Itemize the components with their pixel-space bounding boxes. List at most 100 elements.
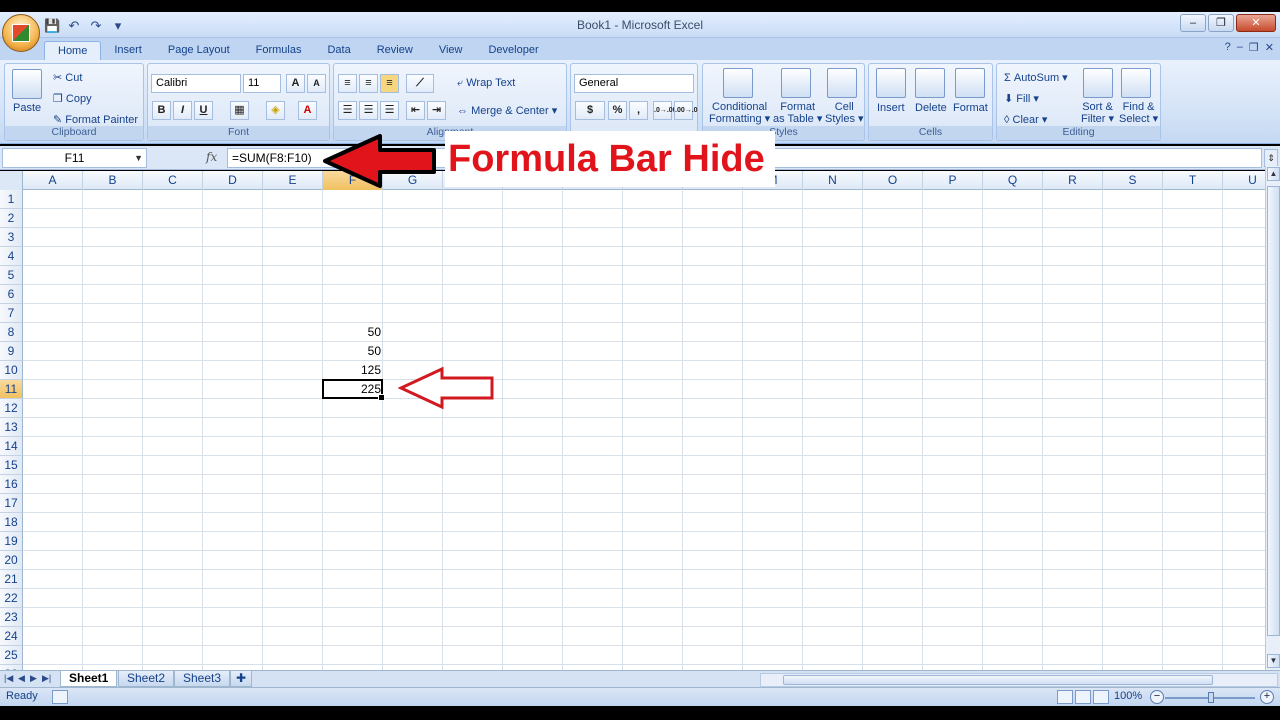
tab-review[interactable]: Review — [364, 41, 426, 60]
merge-center-button[interactable]: ⇔ Merge & Center ▾ — [457, 104, 557, 117]
minimize-button[interactable]: – — [1180, 14, 1206, 32]
format-painter-button[interactable]: ✎ Format Painter — [53, 113, 138, 126]
align-left-icon[interactable]: ☰ — [338, 101, 357, 120]
tab-data[interactable]: Data — [314, 41, 363, 60]
insert-sheet-icon[interactable]: ✚ — [230, 671, 253, 687]
increase-decimal-button[interactable]: .0→.00 — [653, 101, 677, 120]
tab-insert[interactable]: Insert — [101, 41, 155, 60]
fill-button[interactable]: ⬇ Fill ▾ — [1004, 92, 1039, 105]
row-header-21[interactable]: 21 — [0, 570, 23, 589]
column-header-p[interactable]: P — [923, 171, 983, 190]
row-header-12[interactable]: 12 — [0, 399, 23, 418]
tab-home[interactable]: Home — [44, 41, 102, 60]
decrease-indent-icon[interactable]: ⇤ — [406, 101, 425, 120]
comma-button[interactable]: , — [629, 101, 648, 120]
align-bottom-icon[interactable]: ≡ — [380, 74, 399, 93]
percent-button[interactable]: % — [608, 101, 627, 120]
delete-cells-icon[interactable] — [915, 68, 945, 98]
paste-button[interactable]: Paste — [13, 102, 41, 114]
column-header-b[interactable]: B — [83, 171, 143, 190]
column-header-c[interactable]: C — [143, 171, 203, 190]
scroll-thumb[interactable] — [1267, 186, 1280, 636]
row-header-19[interactable]: 19 — [0, 532, 23, 551]
shrink-font-button[interactable]: A — [307, 74, 326, 93]
workbook-close-button[interactable]: ✕ — [1265, 41, 1274, 54]
column-header-a[interactable]: A — [23, 171, 83, 190]
tab-view[interactable]: View — [426, 41, 476, 60]
next-sheet-icon[interactable]: ▶ — [30, 673, 37, 684]
row-header-11[interactable]: 11 — [0, 380, 23, 399]
font-size-select[interactable]: 11 — [243, 74, 281, 93]
number-format-select[interactable]: General — [574, 74, 694, 93]
row-header-1[interactable]: 1 — [0, 190, 23, 209]
zoom-level[interactable]: 100% — [1114, 690, 1142, 702]
column-header-o[interactable]: O — [863, 171, 923, 190]
decrease-decimal-button[interactable]: .00→.0 — [674, 101, 698, 120]
row-header-25[interactable]: 25 — [0, 646, 23, 665]
italic-button[interactable]: I — [173, 101, 192, 120]
find-select-button[interactable]: Find & Select ▾ — [1119, 101, 1158, 125]
row-header-7[interactable]: 7 — [0, 304, 23, 323]
borders-icon[interactable]: ▦ — [230, 101, 249, 120]
sheet-tab-sheet1[interactable]: Sheet1 — [60, 671, 118, 687]
sort-filter-icon[interactable] — [1083, 68, 1113, 98]
row-header-10[interactable]: 10 — [0, 361, 23, 380]
row-header-6[interactable]: 6 — [0, 285, 23, 304]
column-header-t[interactable]: T — [1163, 171, 1223, 190]
conditional-formatting-button[interactable]: Conditional Formatting ▾ — [709, 101, 770, 125]
grow-font-button[interactable]: A — [286, 74, 305, 93]
format-as-table-button[interactable]: Format as Table ▾ — [773, 101, 822, 125]
cell-f8[interactable]: 50 — [323, 323, 383, 342]
tab-developer[interactable]: Developer — [475, 41, 551, 60]
column-header-e[interactable]: E — [263, 171, 323, 190]
row-header-8[interactable]: 8 — [0, 323, 23, 342]
tab-formulas[interactable]: Formulas — [243, 41, 315, 60]
copy-button[interactable]: ❐ Copy — [53, 92, 92, 105]
close-button[interactable]: ✕ — [1236, 14, 1276, 32]
increase-indent-icon[interactable]: ⇥ — [427, 101, 446, 120]
font-name-select[interactable]: Calibri — [151, 74, 241, 93]
zoom-out-icon[interactable]: − — [1150, 690, 1164, 704]
sheet-tab-sheet2[interactable]: Sheet2 — [118, 671, 175, 687]
align-top-icon[interactable]: ≡ — [338, 74, 357, 93]
row-header-3[interactable]: 3 — [0, 228, 23, 247]
workbook-restore-button[interactable]: ❐ — [1249, 41, 1259, 54]
chevron-down-icon[interactable]: ▼ — [134, 149, 143, 167]
macro-record-icon[interactable] — [52, 690, 68, 704]
align-center-icon[interactable]: ☰ — [359, 101, 378, 120]
delete-cells-button[interactable]: Delete — [915, 102, 947, 114]
workbook-minimize-button[interactable]: – — [1237, 41, 1243, 54]
row-header-17[interactable]: 17 — [0, 494, 23, 513]
row-header-24[interactable]: 24 — [0, 627, 23, 646]
align-right-icon[interactable]: ☰ — [380, 101, 399, 120]
zoom-in-icon[interactable]: + — [1260, 690, 1274, 704]
column-header-u[interactable]: U — [1223, 171, 1265, 190]
column-header-d[interactable]: D — [203, 171, 263, 190]
sheet-tab-sheet3[interactable]: Sheet3 — [174, 671, 231, 687]
bold-button[interactable]: B — [152, 101, 171, 120]
help-icon[interactable]: ? — [1225, 41, 1231, 54]
row-header-20[interactable]: 20 — [0, 551, 23, 570]
office-button[interactable] — [2, 14, 40, 52]
align-middle-icon[interactable]: ≡ — [359, 74, 378, 93]
worksheet-grid[interactable]: ABCDEFGHIJKLMNOPQRSTU 123456789101112131… — [0, 171, 1265, 670]
autosum-button[interactable]: Σ AutoSum ▾ — [1004, 71, 1068, 84]
last-sheet-icon[interactable]: ▶| — [42, 673, 51, 684]
restore-button[interactable]: ❐ — [1208, 14, 1234, 32]
conditional-formatting-icon[interactable] — [723, 68, 753, 98]
row-header-14[interactable]: 14 — [0, 437, 23, 456]
page-layout-view-icon[interactable] — [1075, 690, 1091, 704]
cut-button[interactable]: ✂ Cut — [53, 71, 82, 84]
row-header-9[interactable]: 9 — [0, 342, 23, 361]
page-break-view-icon[interactable] — [1093, 690, 1109, 704]
row-header-2[interactable]: 2 — [0, 209, 23, 228]
currency-button[interactable]: $ — [575, 101, 605, 120]
name-box[interactable]: F11 ▼ — [2, 148, 147, 168]
horizontal-scroll-thumb[interactable] — [783, 675, 1213, 685]
vertical-scrollbar[interactable]: ▲ ▼ — [1265, 166, 1280, 670]
font-color-icon[interactable]: A — [298, 101, 317, 120]
row-header-16[interactable]: 16 — [0, 475, 23, 494]
prev-sheet-icon[interactable]: ◀ — [18, 673, 25, 684]
insert-function-icon[interactable]: fx — [206, 150, 217, 164]
orientation-icon[interactable]: ⟋ — [406, 74, 434, 93]
